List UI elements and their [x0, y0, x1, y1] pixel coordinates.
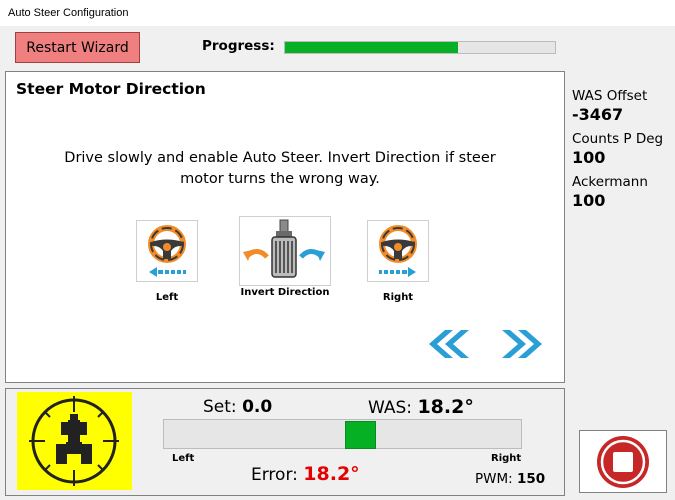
tractor-target-icon — [29, 396, 119, 486]
was-offset-label: WAS Offset — [572, 88, 648, 104]
steer-left-label: Left — [155, 292, 179, 303]
ackermann-value: 100 — [572, 191, 606, 210]
tractor-crosshair-button[interactable] — [17, 392, 132, 490]
steer-bar-left-label: Left — [172, 453, 195, 464]
double-chevron-right-icon[interactable] — [500, 328, 550, 360]
set-readout: Set: 0.0 — [203, 397, 272, 417]
set-value: 0.0 — [242, 397, 273, 417]
step-instructions: Drive slowly and enable Auto Steer. Inve… — [6, 148, 554, 190]
step-title: Steer Motor Direction — [16, 80, 206, 98]
counts-per-degree-value: 100 — [572, 148, 606, 167]
invert-direction-button[interactable] — [239, 216, 331, 286]
pwm-value: 150 — [516, 471, 546, 487]
motor-invert-icon — [243, 219, 325, 278]
was-label: WAS: — [368, 398, 413, 418]
steer-right-label: Right — [382, 292, 414, 303]
double-chevron-left-icon[interactable] — [421, 328, 471, 360]
was-readout: WAS: 18.2° — [368, 396, 474, 418]
steer-left-button[interactable] — [136, 220, 198, 282]
window-title-bar: Auto Steer Configuration — [0, 0, 675, 26]
window-title: Auto Steer Configuration — [8, 7, 129, 19]
steer-status-panel: Set: 0.0 WAS: 18.2° Left Right Error: 18… — [5, 388, 565, 496]
was-offset-value: -3467 — [572, 105, 624, 124]
steer-bar-right-label: Right — [491, 453, 522, 464]
set-label: Set: — [203, 397, 237, 417]
steer-right-button[interactable] — [367, 220, 429, 282]
instructions-line-2: motor turns the wrong way. — [180, 171, 380, 187]
ackermann-label: Ackermann — [572, 174, 648, 190]
error-readout: Error: 18.2° — [251, 463, 360, 485]
stop-icon — [597, 435, 649, 488]
invert-direction-label: Invert Direction — [240, 287, 330, 298]
steer-angle-indicator — [345, 421, 376, 449]
progress-label: Progress: — [202, 38, 275, 54]
stop-button[interactable] — [579, 430, 667, 493]
restart-wizard-button[interactable]: Restart Wizard — [15, 32, 140, 63]
steer-angle-bar — [163, 419, 522, 449]
progress-fill — [285, 42, 458, 53]
counts-per-degree-label: Counts P Deg — [572, 131, 664, 147]
progress-bar — [284, 41, 556, 54]
calibration-info: WAS Offset -3467 Counts P Deg 100 Ackerm… — [572, 88, 672, 217]
instructions-line-1: Drive slowly and enable Auto Steer. Inve… — [64, 150, 496, 166]
pwm-label: PWM: — [475, 471, 513, 487]
error-label: Error: — [251, 465, 298, 485]
pwm-readout: PWM: 150 — [475, 471, 545, 487]
error-value: 18.2° — [303, 463, 360, 485]
was-value: 18.2° — [417, 396, 474, 418]
restart-wizard-label: Restart Wizard — [26, 39, 129, 56]
steering-wheel-left-icon — [148, 225, 186, 277]
wizard-step-panel: Steer Motor Direction Drive slowly and e… — [5, 71, 565, 383]
steering-wheel-right-icon — [379, 225, 417, 277]
